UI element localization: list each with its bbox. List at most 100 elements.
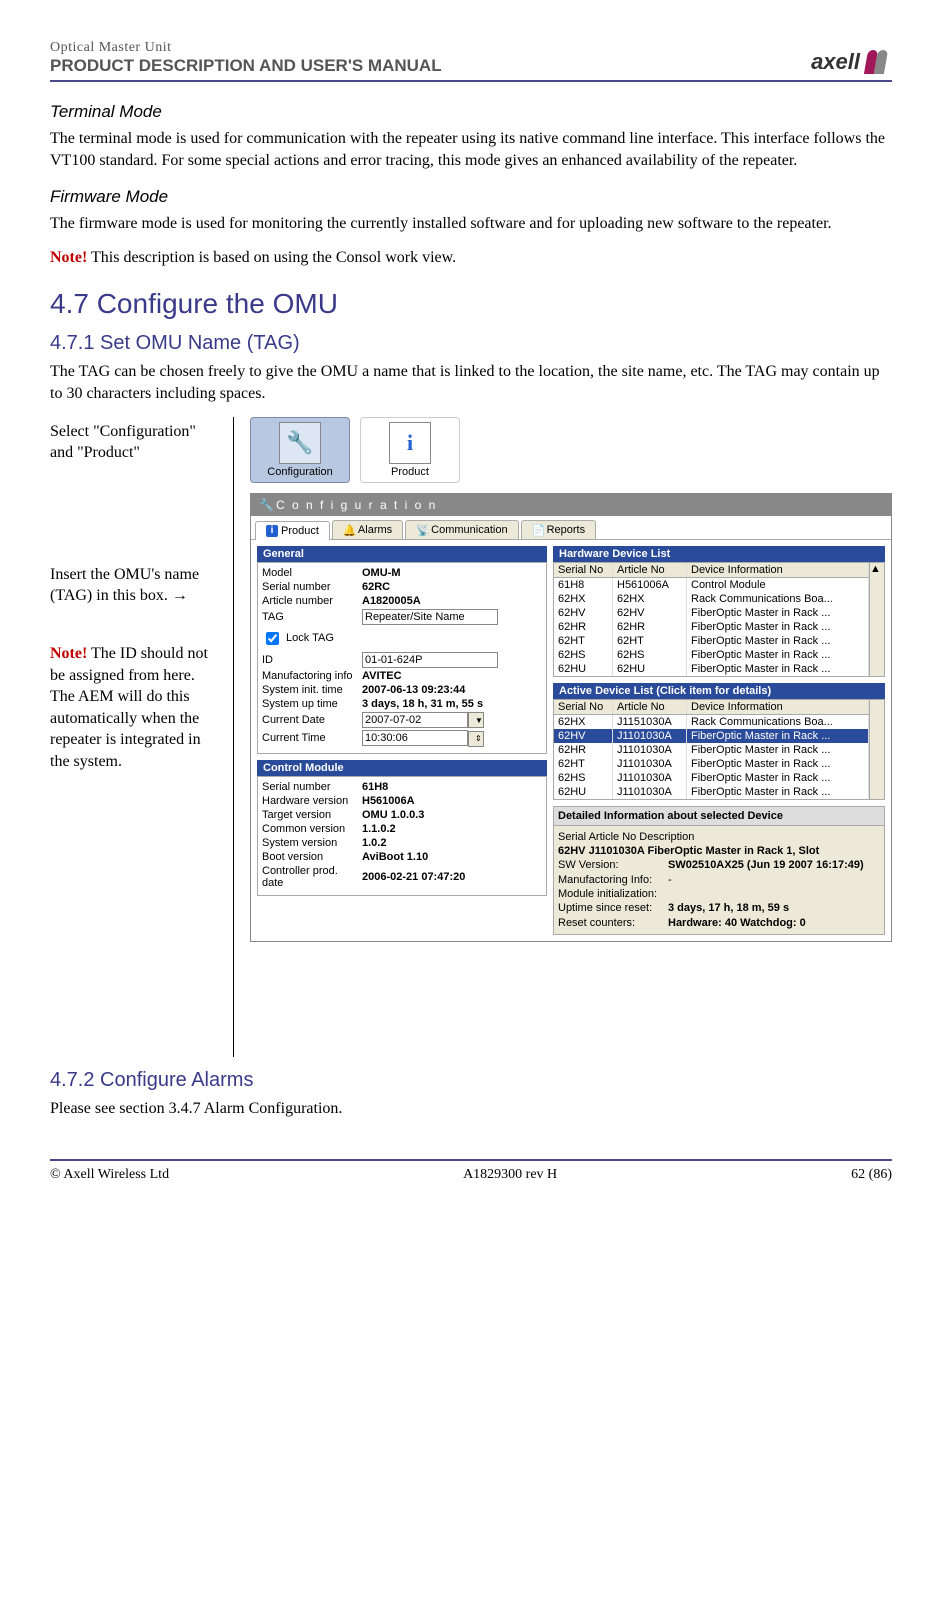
scrollbar[interactable]	[869, 700, 884, 799]
date-dropdown-button[interactable]: ▼	[468, 712, 484, 728]
toolbar-icons: 🔧 Configuration i Product	[250, 417, 892, 483]
page-footer: © Axell Wireless Ltd A1829300 rev H 62 (…	[50, 1159, 892, 1183]
instructions-column: Select "Configuration" and "Product" Ins…	[50, 417, 234, 1057]
curdate-input[interactable]	[362, 712, 468, 728]
time-spinner-button[interactable]: ⇕	[468, 731, 484, 747]
table-row[interactable]: 62HRJ1101030AFiberOptic Master in Rack .…	[554, 743, 869, 757]
general-section: ModelOMU-M Serial number62RC Article num…	[257, 562, 547, 754]
table-row[interactable]: 62HT62HTFiberOptic Master in Rack ...	[554, 634, 869, 648]
paragraph-4-7-2: Please see section 3.4.7 Alarm Configura…	[50, 1098, 892, 1120]
configuration-label: Configuration	[267, 466, 332, 478]
antenna-icon: 📡	[416, 524, 428, 536]
table-row[interactable]: 62HV62HVFiberOptic Master in Rack ...	[554, 606, 869, 620]
model-value: OMU-M	[362, 567, 401, 579]
table-row[interactable]: 62HR62HRFiberOptic Master in Rack ...	[554, 620, 869, 634]
info-icon: i	[266, 525, 278, 537]
paragraph-firmware: The firmware mode is used for monitoring…	[50, 213, 892, 235]
table-row[interactable]: 62HTJ1101030AFiberOptic Master in Rack .…	[554, 757, 869, 771]
heading-4-7-2: 4.7.2 Configure Alarms	[50, 1069, 892, 1092]
cm-serial-value: 61H8	[362, 781, 388, 793]
cm-target-label: Target version	[262, 809, 362, 821]
bell-icon: 🔔	[343, 524, 355, 536]
broadcast-icon	[862, 48, 890, 76]
cm-sys-value: 1.0.2	[362, 837, 386, 849]
wrench-icon: 🔧	[259, 498, 276, 512]
logo-text: axell	[811, 49, 860, 75]
page-header: Optical Master Unit PRODUCT DESCRIPTION …	[50, 40, 892, 82]
id-label: ID	[262, 654, 362, 666]
table-row[interactable]: 62HX62HXRack Communications Boa...	[554, 592, 869, 606]
table-row[interactable]: 62HUJ1101030AFiberOptic Master in Rack .…	[554, 785, 869, 799]
info-icon: i	[389, 422, 431, 464]
model-label: Model	[262, 567, 362, 579]
doc-title: Optical Master Unit	[50, 40, 442, 56]
cm-hw-label: Hardware version	[262, 795, 362, 807]
heading-4-7: 4.7 Configure the OMU	[50, 288, 892, 320]
curdate-label: Current Date	[262, 714, 362, 726]
cm-serial-label: Serial number	[262, 781, 362, 793]
rc-label: Reset counters:	[558, 916, 668, 930]
active-grid-header: Serial No Article No Device Information	[554, 700, 869, 715]
col-serial: Serial No	[554, 700, 613, 714]
id-input[interactable]	[362, 652, 498, 668]
cm-common-value: 1.1.0.2	[362, 823, 396, 835]
doc-subtitle: PRODUCT DESCRIPTION AND USER'S MANUAL	[50, 56, 442, 76]
hw-device-list-header: Hardware Device List	[553, 546, 885, 562]
hw-device-grid: Serial No Article No Device Information …	[553, 562, 885, 677]
mfg-value: -	[668, 873, 672, 887]
tab-product[interactable]: iProduct	[255, 521, 330, 540]
arrow-icon: →	[172, 587, 188, 604]
table-row[interactable]: 62HSJ1101030AFiberOptic Master in Rack .…	[554, 771, 869, 785]
instruction-step2: Insert the OMU's name (TAG) in this box.…	[50, 564, 223, 607]
mfg-value: AVITEC	[362, 670, 402, 682]
screenshot-column: 🔧 Configuration i Product 🔧 C o n f i g …	[250, 417, 892, 942]
cm-hw-value: H561006A	[362, 795, 415, 807]
instruction-step3-text: The ID should not be assigned from here.…	[50, 645, 208, 770]
config-window: 🔧 C o n f i g u r a t i o n iProduct 🔔Al…	[250, 493, 892, 942]
tab-communication[interactable]: 📡Communication	[405, 520, 518, 539]
tab-alarms[interactable]: 🔔Alarms	[332, 520, 403, 539]
scrollbar[interactable]: ▲	[869, 563, 884, 676]
paragraph-4-7-1: The TAG can be chosen freely to give the…	[50, 361, 892, 404]
control-module-header: Control Module	[257, 760, 547, 776]
mi-label: Module initialization:	[558, 887, 668, 901]
active-device-grid: Serial No Article No Device Information …	[553, 699, 885, 800]
wrench-icon: 🔧	[279, 422, 321, 464]
product-button[interactable]: i Product	[360, 417, 460, 483]
tag-input[interactable]	[362, 609, 498, 625]
heading-firmware-mode: Firmware Mode	[50, 187, 892, 207]
header-left: Optical Master Unit PRODUCT DESCRIPTION …	[50, 40, 442, 76]
instruction-step3: Note! The ID should not be assigned from…	[50, 643, 223, 773]
table-row[interactable]: 62HU62HUFiberOptic Master in Rack ...	[554, 662, 869, 676]
table-row[interactable]: 62HVJ1101030AFiberOptic Master in Rack .…	[554, 729, 869, 743]
article-label: Article number	[262, 595, 362, 607]
cm-boot-label: Boot version	[262, 851, 362, 863]
table-row[interactable]: 62HS62HSFiberOptic Master in Rack ...	[554, 648, 869, 662]
configuration-button[interactable]: 🔧 Configuration	[250, 417, 350, 483]
cm-sys-label: System version	[262, 837, 362, 849]
note-text: This description is based on using the C…	[87, 249, 456, 266]
config-titlebar: 🔧 C o n f i g u r a t i o n	[251, 494, 891, 516]
heading-4-7-1: 4.7.1 Set OMU Name (TAG)	[50, 332, 892, 355]
left-panel: General ModelOMU-M Serial number62RC Art…	[257, 546, 547, 935]
rc-value: Hardware: 40 Watchdog: 0	[668, 916, 806, 930]
footer-left: © Axell Wireless Ltd	[50, 1167, 169, 1183]
cm-cpd-value: 2006-02-21 07:47:20	[362, 871, 465, 883]
control-module-section: Serial number61H8 Hardware versionH56100…	[257, 776, 547, 896]
article-value: A1820005A	[362, 595, 421, 607]
instructions-row: Select "Configuration" and "Product" Ins…	[50, 417, 892, 1057]
active-device-list-header[interactable]: Active Device List (Click item for detai…	[553, 683, 885, 699]
hw-grid-rows: 61H8H561006AControl Module62HX62HXRack C…	[554, 578, 869, 676]
config-title: C o n f i g u r a t i o n	[276, 498, 437, 512]
locktag-checkbox[interactable]	[266, 632, 279, 645]
table-row[interactable]: 61H8H561006AControl Module	[554, 578, 869, 592]
detail-box: Detailed Information about selected Devi…	[553, 806, 885, 935]
mfg-label: Manufactoring Info:	[558, 873, 668, 887]
general-header: General	[257, 546, 547, 562]
table-row[interactable]: 62HXJ1151030ARack Communications Boa...	[554, 715, 869, 729]
curtime-input[interactable]	[362, 730, 468, 746]
detail-header: Detailed Information about selected Devi…	[554, 807, 884, 826]
tab-reports[interactable]: 📄Reports	[521, 520, 597, 539]
locktag-label: Lock TAG	[286, 632, 334, 644]
paragraph-terminal: The terminal mode is used for communicat…	[50, 128, 892, 171]
